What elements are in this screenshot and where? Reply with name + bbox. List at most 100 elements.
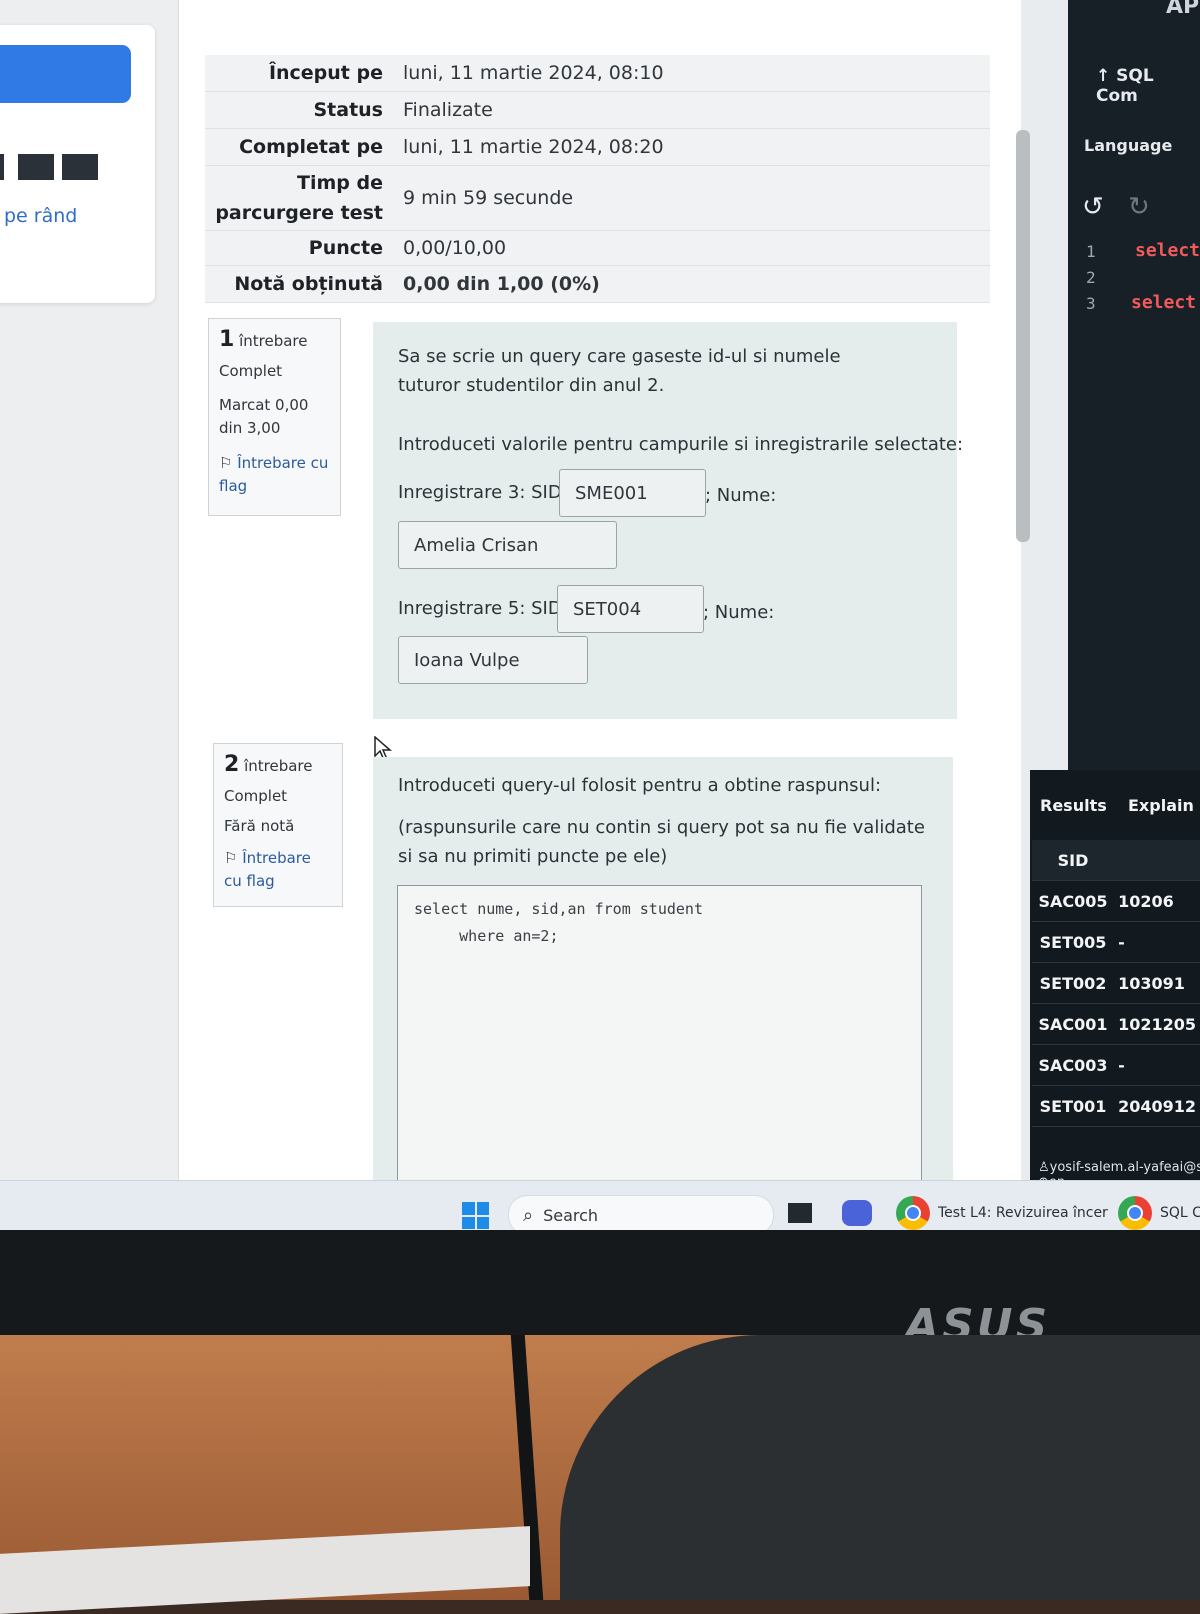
question-state: Complet xyxy=(224,787,288,805)
table-row: SAC003- xyxy=(1032,1044,1200,1086)
arrow-up-icon: ↑ xyxy=(1096,66,1117,86)
cell-sid: SAC005 xyxy=(1032,880,1115,922)
summary-label: Status xyxy=(313,99,383,121)
question-text: Sa se scrie un query care gaseste id-ul … xyxy=(398,346,841,396)
sql-keyword[interactable]: select xyxy=(1131,292,1196,313)
cell-value: 2040912 xyxy=(1114,1085,1200,1127)
summary-label: Început pe xyxy=(268,62,383,84)
question-nav-square[interactable] xyxy=(0,154,4,180)
cell-value: 1021205 xyxy=(1114,1003,1200,1045)
record-3-label: Inregistrare 3: SID: xyxy=(398,482,568,503)
cell-value: 10206 xyxy=(1114,880,1200,922)
chrome-icon[interactable] xyxy=(896,1196,930,1230)
cell-sid: SET005 xyxy=(1032,921,1115,963)
sql-top-label: AP xyxy=(1166,0,1200,19)
record-3-name-input[interactable]: Amelia Crisan xyxy=(398,521,617,569)
task-view-icon[interactable] xyxy=(788,1203,812,1223)
explain-tab[interactable]: Explain xyxy=(1128,796,1194,815)
record-5-sid-input[interactable]: SET004 xyxy=(557,585,704,633)
cell-sid: SAC003 xyxy=(1032,1044,1115,1086)
summary-row: Completat pe luni, 11 martie 2024, 08:20 xyxy=(205,129,990,166)
cell-value: - xyxy=(1114,1044,1200,1086)
record-5-name-input[interactable]: Ioana Vulpe xyxy=(398,636,588,684)
record-3-sid-input[interactable]: SME001 xyxy=(559,469,706,517)
question-nav-square[interactable] xyxy=(62,154,98,180)
monitor-screen: pe rând Început pe luni, 11 martie 2024,… xyxy=(0,0,1200,1262)
column-header xyxy=(1114,840,1200,881)
undo-icon[interactable]: ↺ xyxy=(1082,192,1104,222)
flag-question-link[interactable]: ⚐ Întrebare cu flag xyxy=(219,452,330,498)
monitor-stand xyxy=(560,1335,1200,1600)
taskbar-window-label[interactable]: SQL C xyxy=(1160,1205,1200,1221)
cell-value: 103091 xyxy=(1114,962,1200,1004)
left-sidebar: pe rând xyxy=(0,0,178,1180)
table-row: SET002 103091 xyxy=(1032,962,1200,1004)
summary-row: Timp de parcurgere test 9 min 59 secunde xyxy=(205,166,990,231)
summary-label: Notă obținută xyxy=(234,273,383,295)
chrome-icon[interactable] xyxy=(1118,1196,1152,1230)
table-row: SET001 2040912 xyxy=(1032,1085,1200,1127)
show-one-page-link[interactable]: pe rând xyxy=(4,205,77,227)
question-1-content: Sa se scrie un query care gaseste id-ul … xyxy=(373,322,963,719)
flag-icon: ⚐ xyxy=(224,849,243,867)
line-number: 3 xyxy=(1086,294,1096,313)
user-email: yosif-salem.al-yafeai@stu xyxy=(1049,1160,1200,1175)
question-word: întrebare xyxy=(239,332,308,350)
results-table: SID SAC005 10206 SET005- SET002 103091 SAC… xyxy=(1032,840,1200,1127)
question-instruction: Introduceti valorile pentru campurile si… xyxy=(398,434,964,455)
summary-value: 0,00 din 1,00 (0%) xyxy=(403,273,600,295)
line-number: 1 xyxy=(1086,242,1096,261)
results-tab[interactable]: Results xyxy=(1040,796,1107,815)
question-note: (raspunsurile care nu contin si query po… xyxy=(398,817,925,867)
summary-value: luni, 11 martie 2024, 08:20 xyxy=(403,136,664,158)
sql-keyword[interactable]: select xyxy=(1135,240,1200,261)
taskbar-window-label[interactable]: Test L4: Revizuirea încer xyxy=(938,1205,1108,1221)
query-answer-textarea[interactable]: select nume, sid,an from student where a… xyxy=(397,885,922,1183)
table-row: SAC001 1021205 xyxy=(1032,1003,1200,1045)
scrollbar[interactable] xyxy=(1016,130,1030,542)
summary-value: Finalizate xyxy=(403,99,493,121)
question-word: întrebare xyxy=(244,757,313,775)
question-state: Complet xyxy=(219,362,283,380)
teams-chat-icon[interactable] xyxy=(842,1200,872,1226)
summary-label: Timp de parcurgere test xyxy=(215,172,383,224)
summary-value: 0,00/10,00 xyxy=(403,237,507,259)
question-mark: Marcat 0,00 din 3,00 xyxy=(219,396,309,437)
summary-row: Status Finalizate xyxy=(205,92,990,129)
flag-icon: ⚐ xyxy=(219,454,238,472)
summary-label: Puncte xyxy=(308,237,383,259)
results-panel: Results Explain SID SAC005 10206 SET005- … xyxy=(1030,770,1200,1190)
sql-editor-panel: AP ↑ SQL Com Language ↺ ↻ 1 select 2 3 s… xyxy=(1068,0,1200,770)
redo-icon[interactable]: ↻ xyxy=(1128,192,1150,222)
cell-sid: SAC001 xyxy=(1032,1003,1115,1045)
summary-label: Completat pe xyxy=(239,136,383,158)
record-5-label: Inregistrare 5: SID: xyxy=(398,598,568,619)
question-number: 1 xyxy=(219,327,235,352)
cell-sid: SET001 xyxy=(1032,1085,1115,1127)
summary-row: Început pe luni, 11 martie 2024, 08:10 xyxy=(205,55,990,92)
question-number: 2 xyxy=(224,752,240,777)
sql-commands-title[interactable]: ↑ SQL Com xyxy=(1096,66,1200,106)
summary-row: Puncte 0,00/10,00 xyxy=(205,231,990,266)
taskbar-search[interactable]: ⌕ Search xyxy=(508,1195,774,1235)
cell-value: - xyxy=(1114,921,1200,963)
table-row: SET005- xyxy=(1032,921,1200,963)
summary-value: 9 min 59 secunde xyxy=(403,187,574,209)
attempt-summary-table: Început pe luni, 11 martie 2024, 08:10 S… xyxy=(205,55,990,303)
record-3-name-label: ; Nume: xyxy=(705,485,777,506)
search-icon: ⌕ xyxy=(523,1204,534,1226)
windows-start-icon[interactable] xyxy=(462,1202,489,1229)
finish-review-button[interactable] xyxy=(0,45,131,103)
summary-row: Notă obținută 0,00 din 1,00 (0%) xyxy=(205,266,990,303)
line-number: 2 xyxy=(1086,268,1096,287)
question-nav-square[interactable] xyxy=(18,154,54,180)
flag-question-link[interactable]: ⚐ Întrebare cu flag xyxy=(224,847,332,893)
summary-value: luni, 11 martie 2024, 08:10 xyxy=(403,62,664,84)
record-5-name-label: ; Nume: xyxy=(703,602,775,623)
table-row: SAC005 10206 xyxy=(1032,880,1200,922)
user-icon: ♙ xyxy=(1038,1160,1050,1175)
search-label: Search xyxy=(543,1205,599,1225)
language-selector[interactable]: Language xyxy=(1084,136,1172,155)
question-text: Introduceti query-ul folosit pentru a ob… xyxy=(398,775,882,796)
cell-sid: SET002 xyxy=(1032,962,1115,1004)
